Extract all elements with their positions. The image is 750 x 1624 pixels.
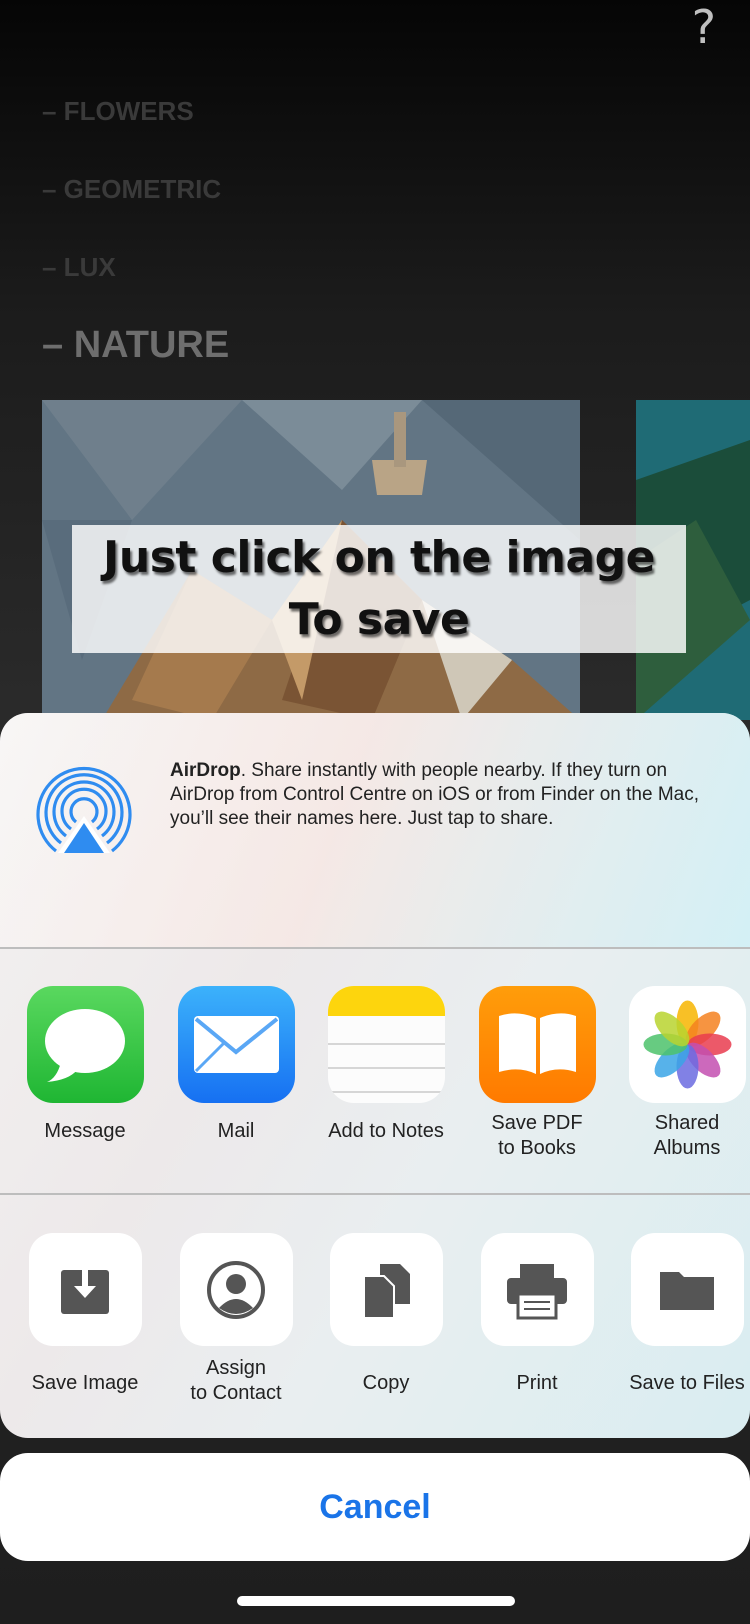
airdrop-section: AirDrop. Share instantly with people nea… — [0, 713, 750, 948]
app-label: Shared Albums — [653, 1112, 721, 1159]
home-indicator[interactable] — [237, 1596, 515, 1606]
app-label: Add to Notes — [328, 1120, 444, 1142]
airdrop-title: AirDrop — [170, 760, 241, 781]
help-icon[interactable]: ? — [692, 0, 716, 54]
category-nature[interactable]: – NATURE — [42, 324, 229, 367]
print-icon — [480, 1233, 594, 1346]
mail-icon — [177, 986, 295, 1103]
action-assign-to-contact[interactable]: Assign to Contact — [161, 1233, 311, 1406]
photos-icon — [628, 986, 746, 1103]
action-print[interactable]: Print — [462, 1233, 612, 1396]
share-app-shared-albums[interactable]: Shared Albums — [612, 986, 750, 1161]
copy-icon — [329, 1233, 443, 1346]
action-label: Save Image — [31, 1372, 139, 1394]
divider — [0, 1193, 750, 1195]
app-label: Mail — [217, 1120, 255, 1142]
category-geometric[interactable]: – GEOMETRIC — [42, 174, 221, 205]
share-app-books[interactable]: Save PDF to Books — [462, 986, 612, 1161]
hint-line-1: Just click on the image — [103, 532, 656, 583]
category-flowers[interactable]: – FLOWERS — [42, 96, 194, 127]
divider — [0, 947, 750, 949]
airdrop-body: . Share instantly with people nearby. If… — [170, 760, 700, 829]
books-icon — [478, 986, 596, 1103]
category-lux[interactable]: – LUX — [42, 252, 116, 283]
share-app-message[interactable]: Message — [10, 986, 160, 1144]
share-sheet: AirDrop. Share instantly with people nea… — [0, 713, 750, 1438]
action-label: Assign to Contact — [190, 1357, 282, 1404]
message-icon — [26, 986, 144, 1103]
action-save-to-files[interactable]: Save to Files — [612, 1233, 750, 1396]
action-save-image[interactable]: Save Image — [10, 1233, 160, 1396]
save-image-icon — [28, 1233, 142, 1346]
airdrop-description: AirDrop. Share instantly with people nea… — [170, 759, 715, 831]
action-label: Copy — [362, 1372, 410, 1394]
hint-line-2: To save — [288, 594, 470, 645]
contact-icon — [179, 1233, 293, 1346]
airdrop-icon — [36, 766, 132, 853]
save-hint-overlay: Just click on the image To save — [72, 525, 686, 653]
notes-icon — [327, 986, 445, 1103]
cancel-button[interactable]: Cancel — [0, 1453, 750, 1561]
share-app-notes[interactable]: Add to Notes — [311, 986, 461, 1144]
action-label: Save to Files — [629, 1372, 745, 1394]
app-label: Message — [44, 1120, 126, 1142]
action-label: Print — [516, 1372, 558, 1394]
action-copy[interactable]: Copy — [311, 1233, 461, 1396]
app-label: Save PDF to Books — [491, 1112, 583, 1159]
share-app-mail[interactable]: Mail — [161, 986, 311, 1144]
folder-icon — [630, 1233, 744, 1346]
